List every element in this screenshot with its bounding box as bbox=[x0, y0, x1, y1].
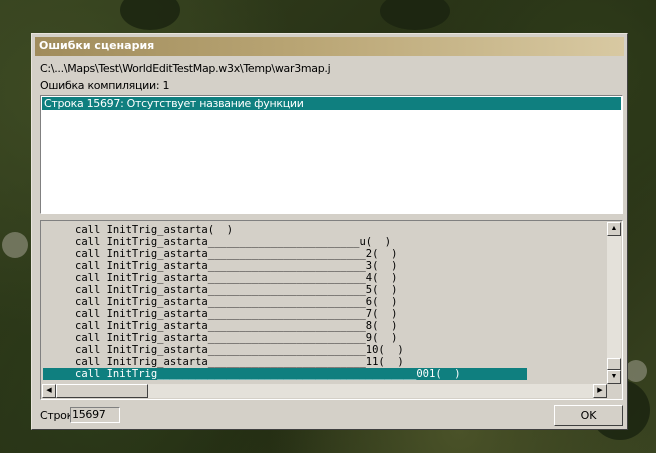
code-line[interactable]: call InitTrig_astarta___________________… bbox=[43, 248, 608, 260]
ok-button[interactable]: OK bbox=[554, 405, 623, 426]
line-label: Строк bbox=[40, 409, 73, 422]
code-line[interactable]: call InitTrig_astarta___________________… bbox=[43, 296, 608, 308]
code-view[interactable]: call InitTrig_astarta( ) call InitTrig_a… bbox=[40, 220, 623, 400]
code-line[interactable]: call InitTrig_astarta___________________… bbox=[43, 308, 608, 320]
down-arrow-icon[interactable]: ▼ bbox=[607, 370, 621, 384]
code-line[interactable]: call InitTrig_astarta___________________… bbox=[43, 260, 608, 272]
error-list-item[interactable]: Строка 15697: Отсутствует название функц… bbox=[42, 97, 621, 110]
scrollbar-corner bbox=[607, 384, 621, 398]
vertical-scroll-thumb[interactable] bbox=[607, 358, 621, 370]
right-arrow-icon[interactable]: ▶ bbox=[593, 384, 607, 398]
line-number-field[interactable]: 15697 bbox=[70, 407, 120, 423]
error-list[interactable]: Строка 15697: Отсутствует название функц… bbox=[40, 95, 623, 214]
horizontal-scrollbar[interactable]: ◀ ▶ bbox=[42, 384, 607, 398]
background-tree bbox=[120, 0, 180, 30]
up-arrow-icon[interactable]: ▲ bbox=[607, 222, 621, 236]
code-line[interactable]: call InitTrig_astarta( ) bbox=[43, 224, 608, 236]
title-bar[interactable]: Ошибки сценария bbox=[35, 37, 624, 56]
background-tree bbox=[380, 0, 450, 30]
vertical-scrollbar[interactable]: ▲ ▼ bbox=[607, 222, 621, 384]
code-lines: call InitTrig_astarta( ) call InitTrig_a… bbox=[43, 224, 608, 380]
background-rock bbox=[625, 360, 647, 382]
left-arrow-icon[interactable]: ◀ bbox=[42, 384, 56, 398]
code-line[interactable]: call InitTrig_astarta___________________… bbox=[43, 236, 608, 248]
code-line[interactable]: call InitTrig_astarta___________________… bbox=[43, 320, 608, 332]
file-path-label: C:\...\Maps\Test\WorldEditTestMap.w3x\Te… bbox=[40, 62, 331, 75]
code-line[interactable]: call InitTrig_astarta___________________… bbox=[43, 344, 608, 356]
code-line[interactable]: call InitTrig_astarta___________________… bbox=[43, 356, 608, 368]
code-line[interactable]: call InitTrig_astarta___________________… bbox=[43, 284, 608, 296]
code-line-highlighted[interactable]: call InitTrig___________________________… bbox=[43, 368, 527, 380]
background-rock bbox=[2, 232, 28, 258]
code-line[interactable]: call InitTrig_astarta___________________… bbox=[43, 332, 608, 344]
dialog-title: Ошибки сценария bbox=[39, 39, 155, 52]
script-errors-dialog: Ошибки сценария C:\...\Maps\Test\WorldEd… bbox=[31, 33, 628, 430]
horizontal-scroll-thumb[interactable] bbox=[56, 384, 148, 398]
compile-error-count: Ошибка компиляции: 1 bbox=[40, 79, 170, 92]
code-line[interactable]: call InitTrig_astarta___________________… bbox=[43, 272, 608, 284]
